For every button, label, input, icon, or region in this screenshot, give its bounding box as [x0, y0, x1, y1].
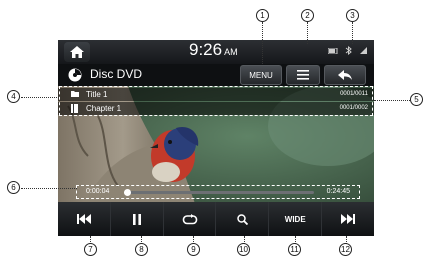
progress-highlight-box	[76, 185, 360, 199]
next-button[interactable]	[322, 202, 374, 236]
callout-3-line	[352, 22, 353, 44]
callout-2-line	[307, 22, 308, 44]
wide-label: WIDE	[284, 214, 306, 224]
callout-2: 2	[301, 9, 314, 22]
info-highlight-box	[59, 86, 373, 116]
callout-8: 8	[135, 243, 148, 256]
battery-icon	[328, 47, 338, 54]
callout-4-line	[21, 97, 59, 98]
callout-10: 10	[237, 243, 250, 256]
previous-button[interactable]	[58, 202, 111, 236]
list-icon	[297, 70, 309, 80]
callout-9: 9	[187, 243, 200, 256]
control-bar: WIDE	[58, 202, 374, 236]
repeat-icon	[182, 213, 197, 224]
search-icon	[237, 213, 248, 225]
callout-11: 11	[288, 243, 301, 256]
list-button[interactable]	[286, 65, 320, 85]
callout-5-line	[374, 100, 410, 101]
pause-button[interactable]	[111, 202, 164, 236]
repeat-button[interactable]	[164, 202, 217, 236]
disc-icon	[68, 68, 82, 82]
home-button[interactable]	[64, 42, 90, 62]
title-row: Disc DVD MENU	[58, 64, 374, 86]
callout-1-line	[262, 22, 263, 64]
clock-time: 9:26	[189, 40, 223, 59]
callout-4: 4	[7, 90, 20, 103]
clock-ampm: AM	[224, 47, 238, 57]
menu-button[interactable]: MENU	[240, 65, 282, 85]
status-bar: 9:26 AM	[58, 40, 374, 64]
source-title: Disc DVD	[90, 67, 143, 81]
callout-12: 12	[339, 243, 352, 256]
bluetooth-icon	[345, 46, 352, 55]
clock: 9:26 AM	[189, 40, 238, 60]
callout-5: 5	[410, 93, 423, 106]
callout-3: 3	[346, 9, 359, 22]
callout-6: 6	[7, 181, 20, 194]
menu-button-label: MENU	[249, 70, 273, 80]
back-icon	[338, 70, 352, 80]
pause-icon	[132, 213, 141, 225]
dvd-player-screen: 9:26 AM Disc DVD MENU Title 1 0001/0011 …	[58, 40, 374, 236]
previous-icon	[76, 214, 91, 224]
callout-7: 7	[84, 243, 97, 256]
search-button[interactable]	[216, 202, 270, 236]
callout-1: 1	[256, 9, 269, 22]
home-icon	[70, 46, 84, 58]
callout-6-line	[21, 188, 77, 189]
next-icon	[341, 214, 356, 224]
back-button[interactable]	[324, 65, 366, 85]
status-icons	[328, 46, 368, 55]
wide-button[interactable]: WIDE	[269, 202, 323, 236]
signal-icon	[360, 47, 367, 54]
